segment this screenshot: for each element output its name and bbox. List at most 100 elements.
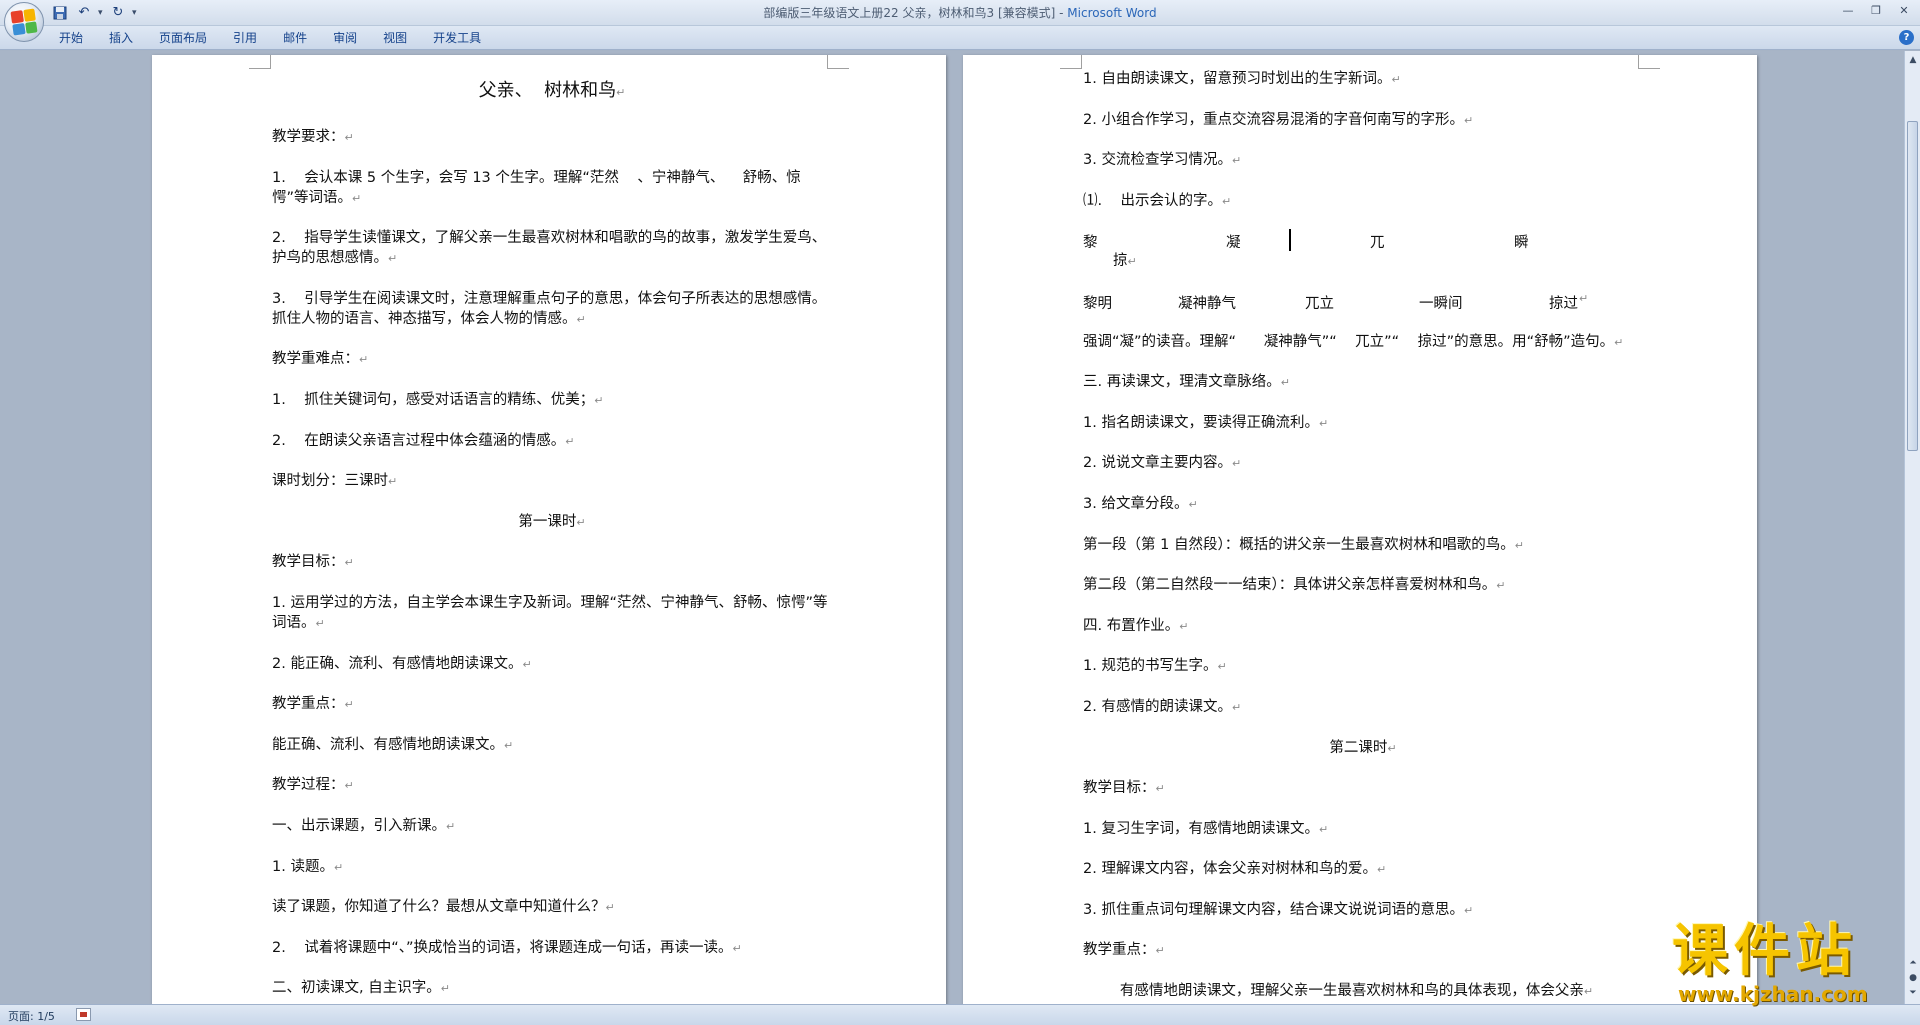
paragraph-text: 3. 给文章分段。 <box>1083 495 1189 512</box>
char-item: 兀 <box>1370 235 1385 252</box>
proofing-icon[interactable] <box>76 1008 91 1021</box>
crop-mark <box>249 55 271 69</box>
tab-home[interactable]: 开始 <box>46 29 96 47</box>
char-item: 瞬 <box>1514 235 1529 252</box>
char-item: 凝 <box>1226 235 1241 252</box>
paragraph-text: 教学要求： <box>272 129 345 145</box>
paragraph-text: 第二段（第二自然段一一结束）：具体讲父亲怎样喜爱树林和鸟。 <box>1083 577 1497 594</box>
paragraph: 读了课题，你知道了什么？最想从文章中知道什么？↵ <box>272 899 615 916</box>
paragraph: 3. 引导学生在阅读课文时，注意理解重点句子的意思，体会句子所表达的思想感情。抓… <box>272 290 827 327</box>
paragraph-text: 第一段（第 1 自然段）：概括的讲父亲一生最喜欢树林和唱歌的鸟。 <box>1083 536 1515 553</box>
paragraph: 1. 运用学过的方法，自主学会本课生字及新词。理解“茫然、宁神静气、舒畅、惊愕”… <box>272 594 828 631</box>
tab-mailings[interactable]: 邮件 <box>270 29 320 47</box>
char-wrap-line: 掠↵ <box>1113 253 1137 270</box>
paragraph-text: 2. 小组合作学习，重点交流容易混淆的字音何南写的字形。 <box>1083 111 1464 128</box>
paragraph: 2. 试着将课题中“、”换成恰当的词语，将课题连成一句话，再读一读。↵ <box>272 939 742 956</box>
paragraph: 有感情地朗读课文，理解父亲一生最喜欢树林和鸟的具体表现，体会父亲↵ <box>1083 983 1594 1000</box>
window-title-doc: 部编版三年级语文上册22 父亲，树林和鸟3 [兼容模式] <box>763 6 1056 20</box>
watermark-url: www.kjzhan.com <box>1678 982 1868 1006</box>
paragraph: 2. 有感情的朗读课文。↵ <box>1083 698 1242 715</box>
page-2-content: 1. 自由朗读课文，留意预习时划出的生字新词。↵ 2. 小组合作学习，重点交流容易… <box>1083 69 1643 1004</box>
paragraph-text: 教学目标： <box>272 554 345 571</box>
paragraph: 课时划分：三课时↵ <box>272 473 398 490</box>
paragraph-text: 一、出示课题，引入新课。 <box>272 817 446 834</box>
paragraph-text: 3. 引导学生在阅读课文时，注意理解重点句子的意思，体会句子所表达的思想感情。抓… <box>272 290 827 327</box>
paragraph-text: 2. 能正确、流利、有感情地朗读课文。 <box>272 655 523 672</box>
document-page-1[interactable]: 父亲、 树林和鸟↵ 教学要求：↵ 1. 会认本课 5 个生字，会写 13 个生字。… <box>152 55 946 1004</box>
paragraph: 教学重难点：↵ <box>272 351 369 368</box>
paragraph: 1. 读题。↵ <box>272 858 344 875</box>
paragraph: 2. 理解课文内容，体会父亲对树林和鸟的爱。↵ <box>1083 861 1387 878</box>
paragraph-text: 1. 抓住关键词句，感受对话语言的精练、优美； <box>272 391 595 408</box>
paragraph-text: 四. 布置作业。 <box>1083 617 1180 634</box>
watermark-text: 课件站 <box>1672 919 1858 984</box>
paragraph-text: 教学重点： <box>1083 942 1156 959</box>
paragraph-text: 1. 读题。 <box>272 858 334 875</box>
page-1-content: 父亲、 树林和鸟↵ 教学要求：↵ 1. 会认本课 5 个生字，会写 13 个生字。… <box>272 79 832 1004</box>
word-item: 一瞬间 <box>1419 295 1463 312</box>
paragraph-text: 1. 复习生字词，有感情地朗读课文。 <box>1083 820 1319 837</box>
paragraph: 教学重点：↵ <box>1083 942 1165 959</box>
tab-review[interactable]: 审阅 <box>320 29 370 47</box>
char-item: 掠 <box>1113 253 1128 270</box>
paragraph: 3. 抓住重点词句理解课文内容，结合课文说说词语的意思。↵ <box>1083 901 1474 918</box>
tab-insert[interactable]: 插入 <box>96 29 146 47</box>
text-cursor <box>1289 229 1291 252</box>
word-item: 凝神静气 <box>1178 295 1236 312</box>
page-2-paragraphs-a: 1. 自由朗读课文，留意预习时划出的生字新词。↵ 2. 小组合作学习，重点交流容易… <box>1083 69 1643 212</box>
paragraph: 教学目标：↵ <box>1083 780 1165 797</box>
paragraph-text: 课时划分：三课时 <box>272 473 388 490</box>
paragraph: 教学过程：↵ <box>272 777 354 794</box>
tab-page-layout[interactable]: 页面布局 <box>146 29 220 47</box>
office-logo-icon <box>10 8 38 36</box>
restore-icon[interactable]: ❐ <box>1862 0 1890 20</box>
paragraph-text: 2. 理解课文内容，体会父亲对树林和鸟的爱。 <box>1083 861 1377 878</box>
close-icon[interactable]: ✕ <box>1890 0 1918 20</box>
paragraph-text: 三. 再读课文，理清文章脉络。 <box>1083 374 1281 391</box>
paragraph-text: 2. 在朗读父亲语言过程中体会蕴涵的情感。 <box>272 432 566 449</box>
paragraph: 四. 布置作业。↵ <box>1083 617 1189 634</box>
paragraph-text: 教学目标： <box>1083 780 1156 797</box>
paragraph-text: 2. 指导学生读懂课文，了解父亲一生最喜欢树林和唱歌的鸟的故事，激发学生爱鸟、 … <box>272 230 845 267</box>
char-item: 黎 <box>1083 235 1098 252</box>
new-characters-row: 黎 凝 兀 瞬 <box>1083 229 1643 252</box>
document-page-2[interactable]: 1. 自由朗读课文，留意预习时划出的生字新词。↵ 2. 小组合作学习，重点交流容易… <box>963 55 1757 1004</box>
paragraph-text: 教学重点： <box>272 696 345 713</box>
paragraph: 第一课时↵ <box>518 513 586 530</box>
paragraph-text: 有感情地朗读课文，理解父亲一生最喜欢树林和鸟的具体表现，体会父亲 <box>1083 983 1584 1000</box>
paragraph: 3. 交流检查学习情况。↵ <box>1083 152 1242 169</box>
paragraph-text: 1. 规范的书写生字。 <box>1083 658 1218 675</box>
tab-developer[interactable]: 开发工具 <box>420 29 494 47</box>
scroll-up-icon[interactable]: ▲ <box>1906 53 1920 67</box>
paragraph: 1. 复习生字词，有感情地朗读课文。↵ <box>1083 820 1329 837</box>
paragraph: 3. 给文章分段。↵ <box>1083 495 1198 512</box>
vertical-scrollbar[interactable]: ▲ ⏶ ● ⏷ <box>1904 51 1920 1004</box>
paragraph: 三. 再读课文，理清文章脉络。↵ <box>1083 374 1290 391</box>
paragraph-text: 教学过程： <box>272 777 345 794</box>
scrollbar-thumb[interactable] <box>1907 121 1918 451</box>
title-bar: ↶ ▾ ↻ ▾ 部编版三年级语文上册22 父亲，树林和鸟3 [兼容模式] - M… <box>0 0 1920 42</box>
paragraph-text: 第一课时 <box>518 513 577 530</box>
word-item: 兀立 <box>1305 295 1334 312</box>
paragraph: 2. 小组合作学习，重点交流容易混淆的字音何南写的字形。↵ <box>1083 111 1474 128</box>
words-row: 黎明 凝神静气 兀立 一瞬间 掠过 ↵ <box>1083 291 1589 312</box>
paragraph: 一、出示课题，引入新课。↵ <box>272 817 456 834</box>
crop-mark <box>827 55 849 69</box>
paragraph: 强调“凝”的读音。理解“ 凝神静气”“ 兀立”“ 掠过”的意思。用“舒畅”造句。… <box>1083 333 1624 350</box>
paragraph-text: 1. 自由朗读课文，留意预习时划出的生字新词。 <box>1083 71 1392 87</box>
window-controls: — ❐ ✕ <box>1834 0 1918 20</box>
paragraph: 能正确、流利、有感情地朗读课文。↵ <box>272 736 514 753</box>
minimize-icon[interactable]: — <box>1834 0 1862 20</box>
page-indicator[interactable]: 页面: 1/5 <box>8 1008 55 1024</box>
document-area[interactable]: 父亲、 树林和鸟↵ 教学要求：↵ 1. 会认本课 5 个生字，会写 13 个生字。… <box>0 51 1904 1004</box>
paragraph: 第二课时↵ <box>1329 739 1397 756</box>
help-icon[interactable]: ? <box>1899 30 1914 45</box>
tab-view[interactable]: 视图 <box>370 29 420 47</box>
tab-references[interactable]: 引用 <box>220 29 270 47</box>
paragraph: 2. 在朗读父亲语言过程中体会蕴涵的情感。↵ <box>272 432 575 449</box>
office-button[interactable] <box>4 2 44 42</box>
paragraph-text: ⑴. 出示会认的字。 <box>1083 192 1223 209</box>
document-title: 父亲、 树林和鸟↵ <box>478 80 626 101</box>
paragraph: 1. 规范的书写生字。↵ <box>1083 658 1227 675</box>
window-title-app: Microsoft Word <box>1067 6 1157 20</box>
